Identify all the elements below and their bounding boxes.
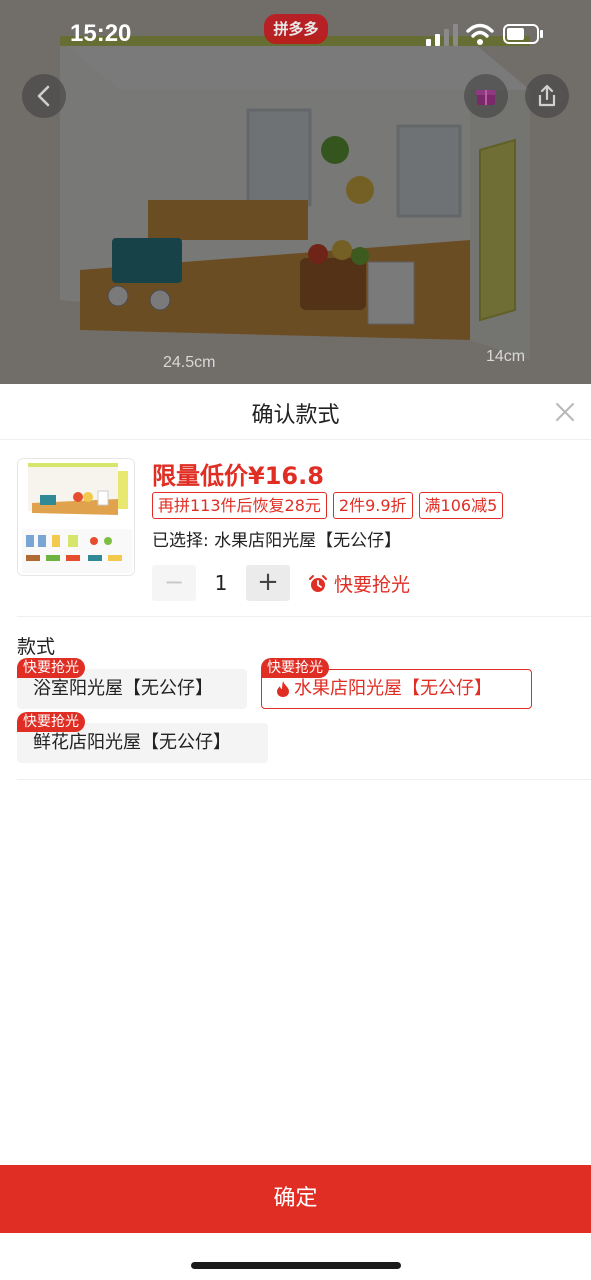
quantity-increase-button[interactable]: +	[246, 565, 290, 601]
style-section-label: 款式	[17, 636, 56, 658]
share-button[interactable]	[525, 74, 569, 118]
product-thumbnail[interactable]	[17, 458, 135, 576]
favorite-button[interactable]	[464, 74, 508, 118]
home-indicator[interactable]	[191, 1262, 401, 1269]
status-time: 15:20	[70, 20, 132, 47]
battery-icon	[503, 24, 543, 44]
style-option-label: 浴室阳光屋【无公仔】	[33, 678, 213, 699]
dimension-depth-label: 14cm	[486, 348, 526, 365]
confirm-button[interactable]: 确定	[0, 1165, 591, 1233]
dimension-width-label: 24.5cm	[163, 354, 216, 371]
style-option-label: 鲜花店阳光屋【无公仔】	[33, 732, 231, 753]
sheet-header: 确认款式	[0, 384, 591, 440]
sheet-title: 确认款式	[251, 403, 340, 428]
product-image-backdrop[interactable]: 24.5cm 14cm 15:20 拼多多	[0, 0, 591, 384]
product-price: 限量低价¥16.8	[152, 462, 324, 490]
promo-tags: 再拼113件后恢复28元 2件9.9折 满106减5	[152, 492, 504, 519]
product-thumbnail-illustration	[18, 459, 134, 575]
flame-icon	[277, 681, 289, 697]
low-stock-text: 快要抢光	[334, 574, 411, 596]
low-stock-badge: 快要抢光	[17, 712, 85, 732]
close-icon[interactable]	[553, 400, 577, 424]
back-button[interactable]	[22, 74, 66, 118]
brand-logo: 拼多多	[264, 14, 328, 44]
low-stock-badge: 快要抢光	[17, 658, 85, 678]
promo-tag: 满106减5	[418, 492, 504, 519]
share-icon	[538, 84, 556, 107]
divider	[17, 779, 591, 780]
cellular-signal-icon	[426, 24, 458, 46]
low-stock-indicator: 快要抢光	[308, 570, 410, 597]
quantity-decrease-button[interactable]: −	[152, 565, 196, 601]
status-bar: 15:20 拼多多	[0, 0, 591, 70]
low-stock-badge: 快要抢光	[261, 658, 329, 678]
promo-tag: 再拼113件后恢复28元	[152, 492, 327, 519]
promo-tag: 2件9.9折	[332, 492, 413, 519]
style-selection-sheet: 确认款式 限量低价¥16.8 再拼113件后恢复28元 2件9.9折 满106减…	[0, 384, 591, 1280]
chevron-left-icon	[37, 85, 50, 107]
selected-style-text: 已选择: 水果店阳光屋【无公仔】	[152, 531, 402, 551]
wifi-icon	[466, 23, 494, 45]
style-option-label: 水果店阳光屋【无公仔】	[294, 678, 492, 699]
alarm-clock-icon	[309, 574, 327, 592]
gift-icon	[476, 90, 496, 105]
divider	[17, 616, 591, 617]
quantity-value[interactable]: 1	[196, 565, 246, 601]
